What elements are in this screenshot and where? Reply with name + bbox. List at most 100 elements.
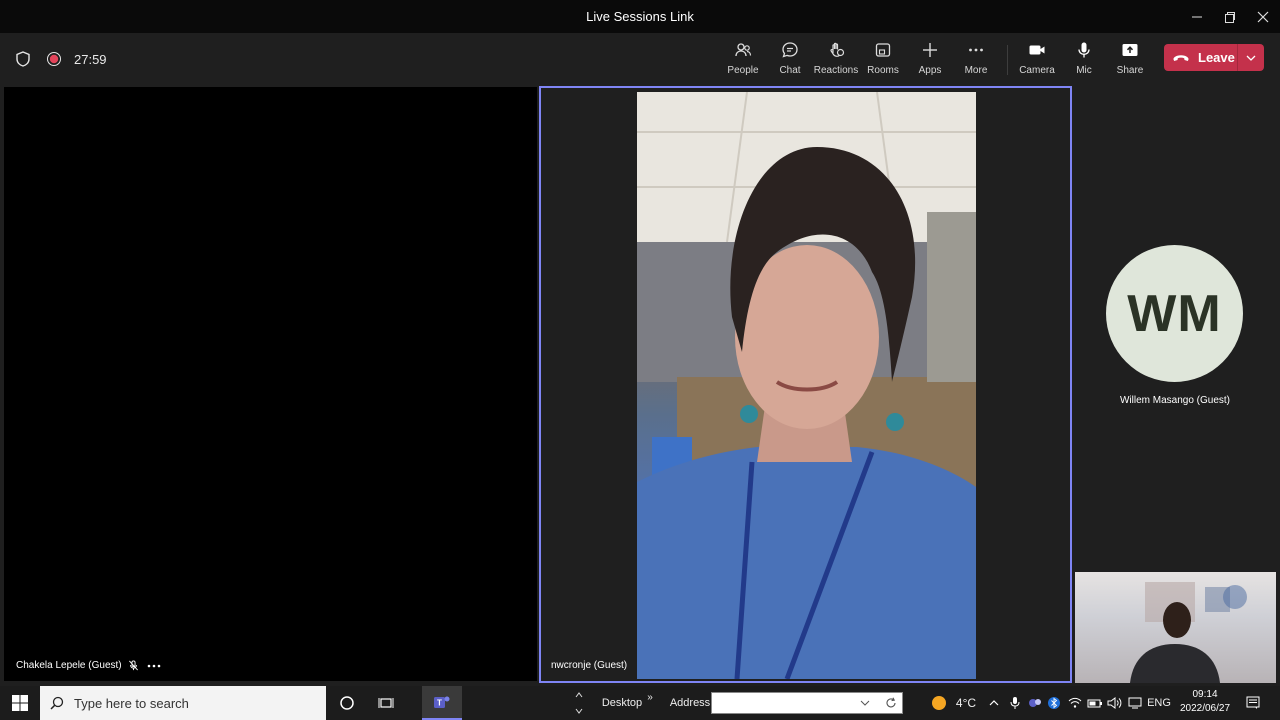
title-bar: Live Sessions Link [0, 0, 1280, 33]
search-placeholder: Type here to search [74, 695, 189, 711]
share-button[interactable]: Share [1106, 39, 1154, 79]
leave-main[interactable]: Leave [1164, 44, 1237, 71]
camera-button[interactable]: Camera [1013, 39, 1061, 79]
weather-temperature[interactable]: 4°C [952, 686, 980, 720]
teams-icon: T [434, 696, 450, 708]
microphone-icon [1078, 42, 1090, 58]
leave-button[interactable]: Leave [1164, 44, 1264, 71]
share-label: Share [1116, 65, 1144, 76]
taskbar-search-box[interactable]: Type here to search [40, 686, 326, 720]
rooms-icon [875, 43, 891, 57]
tray-teams-icon[interactable] [1026, 686, 1044, 720]
close-window-button[interactable] [1246, 0, 1280, 33]
taskbar-clock[interactable]: 09:14 2022/06/27 [1174, 688, 1236, 716]
tray-microphone-icon[interactable] [1007, 686, 1023, 720]
bluetooth-icon[interactable] [1046, 686, 1062, 720]
action-center-icon [1246, 696, 1260, 709]
show-hidden-icons-button[interactable] [986, 686, 1002, 720]
video-feed-image [637, 92, 976, 679]
hang-up-icon [1173, 54, 1189, 61]
plus-icon [923, 43, 937, 57]
participant-name-tag: Chakela Lepele (Guest) [16, 660, 161, 671]
leave-label: Leave [1198, 50, 1235, 65]
clock-date: 2022/06/27 [1179, 703, 1231, 714]
meeting-toolbar: 27:59 People Chat Reactions Rooms Apps M… [0, 33, 1280, 86]
minimize-icon [1192, 16, 1202, 17]
rooms-button[interactable]: Rooms [859, 39, 907, 79]
people-label: People [727, 65, 759, 76]
more-label: More [964, 65, 988, 76]
start-button[interactable] [0, 686, 40, 720]
weather-icon[interactable] [929, 686, 949, 720]
people-icon [735, 43, 752, 57]
chat-button[interactable]: Chat [766, 39, 814, 79]
reactions-label: Reactions [813, 65, 859, 76]
more-icon [969, 48, 983, 52]
task-view-icon [378, 698, 394, 708]
chat-icon [782, 42, 798, 58]
minimize-button[interactable] [1180, 0, 1214, 33]
search-icon [50, 696, 64, 710]
scroll-arrows-icon [575, 692, 583, 714]
rooms-label: Rooms [867, 65, 899, 76]
address-input[interactable] [711, 692, 903, 714]
toolbar-overflow-icon[interactable]: » [645, 680, 655, 714]
share-icon [1122, 44, 1138, 56]
desktop-toolbar[interactable]: Desktop [597, 686, 647, 720]
address-label: Address [669, 697, 711, 709]
mic-muted-icon [128, 660, 138, 671]
participant-more-icon[interactable] [147, 664, 161, 668]
notifications-button[interactable] [1240, 686, 1266, 720]
people-button[interactable]: People [719, 39, 767, 79]
participant-name-right: Willem Masango (Guest) [1119, 395, 1231, 406]
close-icon [1257, 11, 1269, 22]
participant-name-left: Chakela Lepele (Guest) [16, 660, 122, 671]
chevron-up-icon [989, 700, 999, 706]
restore-icon [1225, 11, 1235, 23]
reactions-icon [830, 42, 845, 57]
display-icon[interactable] [1126, 686, 1144, 720]
avatar: WM [1106, 245, 1243, 382]
meeting-status: 27:59 [14, 49, 107, 69]
participant-name-center: nwcronje (Guest) [551, 660, 628, 671]
toolbar-divider [1007, 45, 1008, 75]
window-title: Live Sessions Link [586, 9, 694, 24]
maximize-button[interactable] [1213, 0, 1247, 33]
participant-video [637, 92, 976, 679]
participant-tile-active-speaker[interactable]: nwcronje (Guest) [539, 86, 1072, 683]
self-view-video[interactable] [1075, 572, 1276, 683]
windows-taskbar: Type here to search T Desktop » Address … [0, 686, 1280, 720]
apps-label: Apps [918, 65, 942, 76]
reactions-button[interactable]: Reactions [812, 39, 860, 79]
self-view-image [1130, 582, 1247, 683]
mic-label: Mic [1076, 65, 1092, 76]
cortana-icon [340, 696, 354, 710]
input-language[interactable]: ENG [1146, 686, 1172, 720]
chevron-down-icon [1246, 55, 1256, 61]
camera-label: Camera [1019, 65, 1055, 76]
windows-logo-icon [12, 695, 28, 711]
volume-icon[interactable] [1106, 686, 1124, 720]
teams-taskbar-app[interactable]: T [422, 686, 462, 720]
recording-icon [47, 52, 61, 66]
camera-icon [1029, 45, 1045, 55]
more-button[interactable]: More [952, 39, 1000, 79]
teams-meeting-window: Live Sessions Link 27:59 People Chat Rea… [0, 0, 1280, 686]
wifi-icon[interactable] [1066, 686, 1084, 720]
participant-tile-right[interactable]: WM Willem Masango (Guest) [1074, 86, 1280, 572]
mic-button[interactable]: Mic [1060, 39, 1108, 79]
task-view-button[interactable] [369, 686, 403, 720]
clock-time: 09:14 [1192, 689, 1218, 700]
refresh-icon[interactable] [885, 697, 897, 709]
chevron-down-icon [860, 700, 870, 706]
apps-button[interactable]: Apps [906, 39, 954, 79]
toolbar-scroll[interactable] [572, 686, 586, 720]
participant-tile-left[interactable]: Chakela Lepele (Guest) [4, 87, 537, 681]
leave-options-dropdown[interactable] [1237, 44, 1264, 71]
cortana-button[interactable] [330, 686, 364, 720]
battery-icon[interactable] [1086, 686, 1104, 720]
meeting-timer: 27:59 [74, 51, 107, 67]
svg-text:T: T [437, 699, 442, 708]
shield-icon[interactable] [14, 50, 32, 68]
chat-label: Chat [779, 65, 801, 76]
